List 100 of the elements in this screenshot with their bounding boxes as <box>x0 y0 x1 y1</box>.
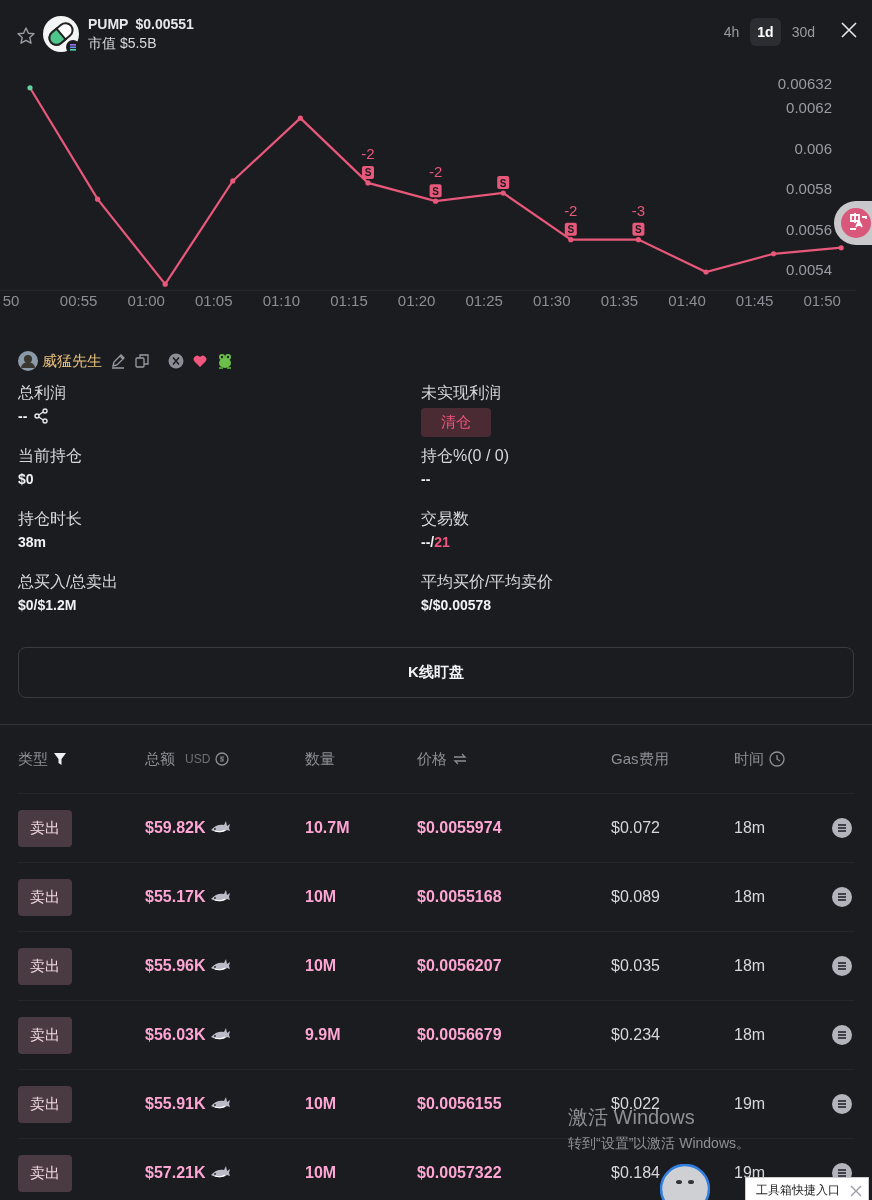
table-cell: 9.9M <box>305 1026 341 1044</box>
stat-label: 当前持仓 <box>18 446 83 466</box>
table-cell: $56.03K <box>145 1026 206 1044</box>
watch-chart-button[interactable]: K线盯盘 <box>18 647 854 698</box>
axis-label: 01:15 <box>330 292 368 309</box>
table-cell: 18m <box>734 957 766 975</box>
table-cell: 10M <box>305 888 337 906</box>
menu-icon[interactable] <box>832 818 852 838</box>
axis-label: 0.00632 <box>777 74 832 92</box>
stat-label: 交易数 <box>421 509 470 529</box>
axis-label: 01:35 <box>600 292 639 309</box>
copy-icon[interactable] <box>134 353 150 369</box>
activation-text: 转到“设置”以激活 Windows。 <box>568 1135 750 1153</box>
share-icon[interactable] <box>33 408 50 424</box>
trade-marker[interactable]: S <box>497 176 510 190</box>
column-header[interactable]: 类型 <box>18 749 48 769</box>
token-price: $0.00551 <box>135 15 194 32</box>
table-cell: 18m <box>734 888 766 906</box>
timeframe-tab[interactable]: 30d <box>784 18 822 46</box>
axis-label: 0.006 <box>794 139 832 157</box>
edit-icon[interactable] <box>110 353 126 369</box>
stat-value: 38m <box>18 534 47 550</box>
column-header: 数量 <box>305 749 335 769</box>
stat-label: 持仓时长 <box>18 509 83 529</box>
clear-position-button[interactable]: 清仓 <box>421 408 491 437</box>
stat-value: -- <box>421 471 431 487</box>
stat-value: $/$0.00578 <box>421 597 492 613</box>
axis-label: 01:30 <box>533 292 571 309</box>
table-cell: 18m <box>734 819 766 837</box>
axis-label: 01:00 <box>127 292 165 309</box>
table-cell: $0.035 <box>611 957 660 975</box>
column-header[interactable]: 总额 <box>145 749 175 769</box>
sell-tag: 卖出 <box>18 1085 72 1123</box>
table-cell: $57.21K <box>145 1164 206 1182</box>
column-header[interactable]: 价格 <box>417 749 447 769</box>
column-header[interactable]: 时间 <box>734 749 764 769</box>
table-cell-text: $0.022 <box>611 1095 660 1112</box>
timeframe-tab[interactable]: 1d <box>750 18 781 46</box>
market-cap: 市值 $5.5B <box>88 34 158 53</box>
trade-marker[interactable]: S <box>632 222 645 236</box>
stat-label: 总买入/总卖出 <box>18 572 120 592</box>
currency-switch-icon[interactable] <box>215 752 230 766</box>
mascot-icon[interactable] <box>660 1164 710 1200</box>
menu-icon[interactable] <box>832 1094 852 1114</box>
table-cell: $0.0057322 <box>417 1164 502 1182</box>
sell-tag: 卖出 <box>18 947 72 985</box>
column-header: Gas费用 <box>611 749 669 769</box>
table-cell: 10M <box>305 1095 337 1113</box>
frog-icon[interactable] <box>216 352 234 370</box>
table-cell: 19m <box>734 1095 766 1113</box>
star-icon[interactable] <box>16 26 36 46</box>
table-cell: $0.0056155 <box>417 1095 502 1113</box>
trade-count: -2 <box>564 201 578 219</box>
filter-icon[interactable] <box>53 752 67 766</box>
token-symbol: PUMP <box>88 15 129 32</box>
axis-label: 0.0056 <box>786 220 832 238</box>
tooltip-text: 工具箱快捷入口 <box>756 1182 840 1199</box>
stat-value: $0 <box>18 471 34 487</box>
table-cell: 10M <box>305 957 337 975</box>
table-cell: $55.96K <box>145 957 206 975</box>
table-cell: $0.089 <box>611 888 660 906</box>
axis-label: 01:25 <box>465 292 503 309</box>
trade-marker[interactable]: S <box>429 184 442 198</box>
trade-marker[interactable]: S <box>564 222 577 236</box>
trade-count-value: 21 <box>434 534 450 550</box>
sell-tag: 卖出 <box>18 878 72 916</box>
stat-label: 未实现利润 <box>421 383 502 403</box>
axis-label: 01:40 <box>668 292 706 309</box>
axis-label: 01:20 <box>397 292 436 309</box>
table-cell: $55.91K <box>145 1095 206 1113</box>
table-cell: $0.234 <box>611 1026 660 1044</box>
trade-count: -3 <box>631 201 646 219</box>
table-cell: 10.7M <box>305 819 350 837</box>
menu-icon[interactable] <box>832 887 852 907</box>
axis-label: 0.0054 <box>786 261 832 278</box>
heart-icon[interactable] <box>192 353 208 369</box>
sell-tag: 卖出 <box>18 1154 72 1192</box>
table-cell: $0.0055168 <box>417 888 502 906</box>
menu-icon[interactable] <box>832 956 852 976</box>
table-cell: 10M <box>305 1164 337 1182</box>
trade-count: -2 <box>361 144 375 162</box>
table-cell: $59.82K <box>145 819 206 837</box>
stat-label: 总利润 <box>18 383 67 403</box>
axis-label: 0.0062 <box>786 99 832 116</box>
stat-value: -- <box>18 408 28 424</box>
clock-icon[interactable] <box>769 751 785 767</box>
axis-label: 00:55 <box>59 292 98 309</box>
axis-label: 01:50 <box>803 292 841 309</box>
user-name[interactable]: 威猛先生 <box>42 351 102 371</box>
table-cell: $55.17K <box>145 888 206 906</box>
axis-label: 01:45 <box>735 292 774 309</box>
avatar-icon <box>18 351 38 371</box>
timeframe-tab[interactable]: 4h <box>716 18 747 46</box>
x-logo-icon[interactable] <box>168 353 184 369</box>
swap-icon[interactable] <box>452 753 468 765</box>
menu-icon[interactable] <box>832 1025 852 1045</box>
trade-marker[interactable]: S <box>362 165 374 179</box>
stat-value: --/ <box>421 534 435 550</box>
stat-label: 持仓%(0 / 0) <box>421 446 510 466</box>
table-cell: $0.184 <box>611 1164 660 1182</box>
